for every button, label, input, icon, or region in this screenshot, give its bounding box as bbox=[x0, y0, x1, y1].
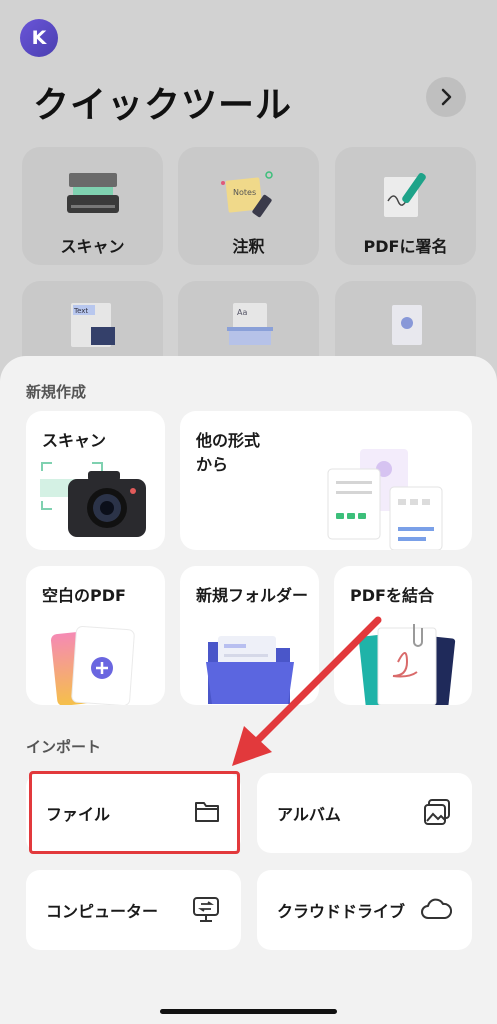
image-to-pdf-icon bbox=[391, 305, 422, 345]
folder-icon bbox=[206, 636, 294, 704]
svg-text:Notes: Notes bbox=[233, 188, 256, 197]
computer-transfer-icon bbox=[193, 897, 219, 922]
documents-icon bbox=[327, 449, 443, 550]
home-indicator bbox=[160, 1009, 337, 1014]
cloud-icon bbox=[421, 898, 452, 919]
chevron-right-icon bbox=[441, 88, 452, 106]
highlight-box bbox=[29, 771, 240, 854]
import-label: アルバム bbox=[277, 805, 341, 824]
import-label: コンピューター bbox=[46, 902, 159, 921]
avatar[interactable]: K bbox=[20, 19, 58, 57]
tool-card-annotate[interactable]: Notes 注釈 bbox=[178, 147, 319, 265]
page-title: クイックツール bbox=[33, 85, 293, 126]
tool-card-scan[interactable]: スキャン bbox=[22, 147, 163, 265]
card-title: 空白のPDF bbox=[42, 586, 126, 605]
tool-card-sign[interactable]: PDFに署名 bbox=[335, 147, 476, 265]
import-cloud-button[interactable]: クラウドドライブ bbox=[257, 870, 472, 950]
tool-label: 注釈 bbox=[232, 237, 265, 256]
text-image-icon: Text bbox=[70, 303, 115, 347]
import-album-button[interactable]: アルバム bbox=[257, 773, 472, 853]
tool-label: スキャン bbox=[60, 237, 125, 256]
camera-icon bbox=[40, 462, 146, 537]
merge-pdf-icon bbox=[358, 624, 456, 705]
svg-text:Aa: Aa bbox=[237, 308, 247, 317]
scanner-icon bbox=[66, 173, 119, 213]
signature-icon bbox=[383, 172, 426, 217]
import-label: クラウドドライブ bbox=[277, 902, 406, 921]
svg-text:Text: Text bbox=[73, 307, 88, 315]
tool-label: PDFに署名 bbox=[363, 237, 448, 256]
section-new: 新規作成 bbox=[26, 383, 87, 401]
new-folder-card[interactable]: 新規フォルダー bbox=[180, 566, 319, 705]
avatar-initial: K bbox=[31, 27, 47, 49]
chevron-right-button[interactable] bbox=[426, 77, 466, 117]
merge-pdf-card[interactable]: PDFを結合 bbox=[334, 566, 472, 705]
new-blank-pdf-card[interactable]: 空白のPDF bbox=[26, 566, 165, 705]
new-scan-card[interactable]: スキャン bbox=[26, 411, 165, 550]
ocr-icon: Aa bbox=[226, 303, 273, 345]
card-title: PDFを結合 bbox=[350, 586, 434, 605]
new-from-other-format-card[interactable]: 他の形式 から bbox=[180, 411, 472, 550]
card-title: スキャン bbox=[42, 431, 107, 450]
card-title: 新規フォルダー bbox=[196, 586, 309, 605]
album-icon bbox=[424, 799, 450, 825]
import-computer-button[interactable]: コンピューター bbox=[26, 870, 241, 950]
notes-icon: Notes bbox=[220, 171, 273, 218]
section-import: インポート bbox=[26, 738, 102, 756]
blank-pdf-icon bbox=[50, 625, 135, 705]
card-title: 他の形式 から bbox=[196, 431, 261, 474]
